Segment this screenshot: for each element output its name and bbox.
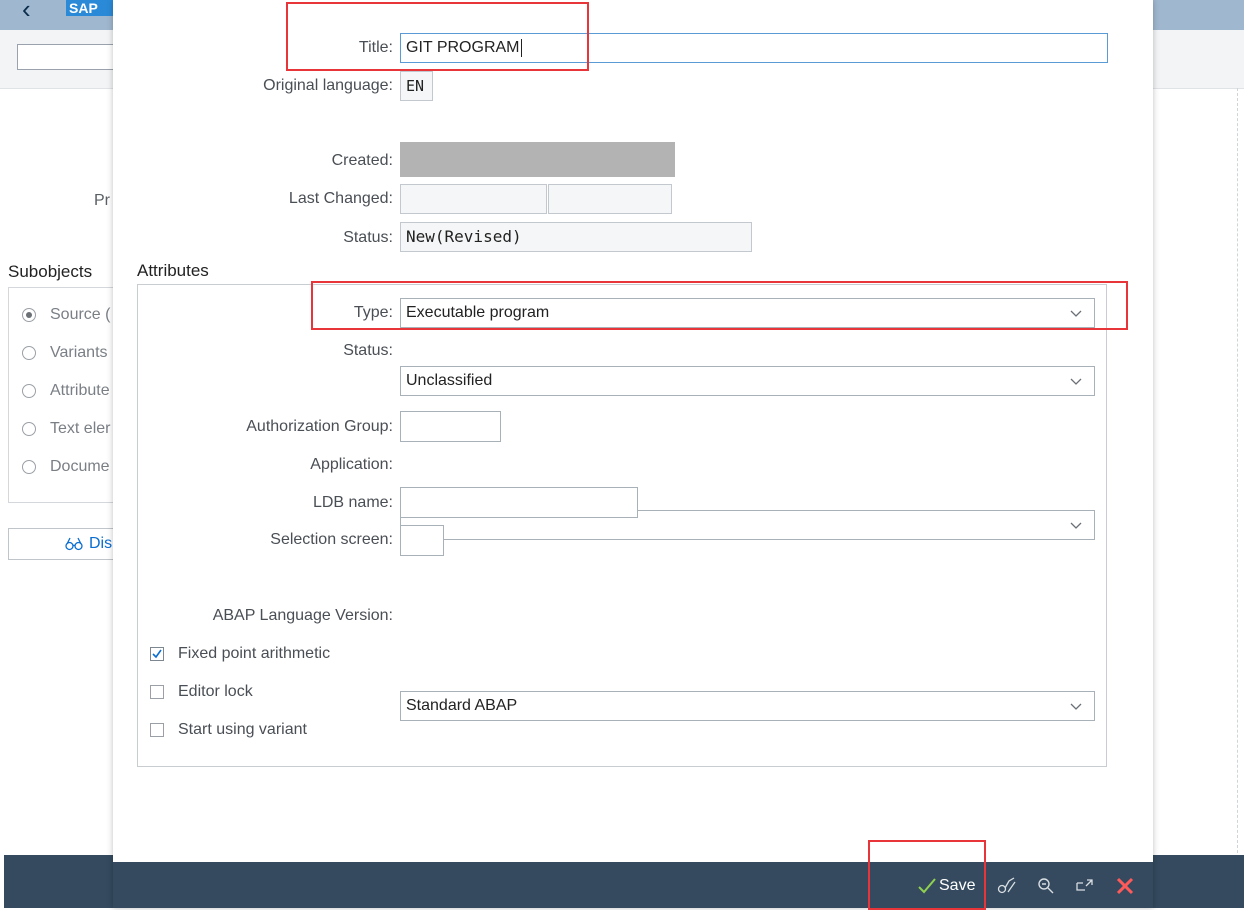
close-icon	[1116, 877, 1134, 895]
chevron-down-icon	[1070, 703, 1082, 710]
background-command-input[interactable]	[17, 44, 127, 70]
checkbox-label: Fixed point arithmetic	[178, 645, 331, 662]
authorization-group-label: Authorization Group:	[246, 418, 393, 435]
subobject-label: Docume	[50, 458, 110, 475]
expand-window-icon	[1076, 879, 1093, 891]
selection-screen-input[interactable]	[400, 525, 444, 556]
attr-status-select-value: Unclassified	[406, 372, 493, 389]
check-syntax-button[interactable]	[997, 872, 1017, 900]
subobject-radio-source[interactable]: Source (	[22, 304, 110, 326]
highlight-box-type	[311, 281, 1128, 330]
created-field	[400, 142, 675, 177]
cancel-button[interactable]	[1116, 872, 1134, 900]
authorization-group-input[interactable]	[400, 411, 501, 442]
original-language-field: EN	[400, 71, 433, 101]
subobject-label: Attribute	[50, 382, 110, 399]
program-attributes-dialog: Title: GIT PROGRAM Original language: EN…	[113, 0, 1153, 908]
checkbox-checked-icon	[150, 647, 164, 661]
editor-lock-checkbox[interactable]: Editor lock	[150, 681, 253, 703]
ldb-name-label: LDB name:	[312, 494, 393, 511]
display-button-label: Dis	[89, 535, 113, 552]
original-language-label: Original language:	[263, 77, 393, 94]
checkbox-label: Start using variant	[178, 721, 307, 738]
radio-selected-icon	[22, 308, 36, 322]
subobject-radio-variants[interactable]: Variants	[22, 342, 108, 364]
radio-icon	[22, 422, 36, 436]
glasses-icon	[65, 537, 83, 551]
chevron-down-icon	[1070, 522, 1082, 529]
selection-screen-label: Selection screen:	[270, 531, 393, 548]
highlight-box-title	[286, 2, 589, 71]
application-label: Application:	[310, 456, 393, 473]
subobject-label: Variants	[50, 344, 108, 361]
checkbox-icon	[150, 723, 164, 737]
radio-icon	[22, 384, 36, 398]
ldb-name-input[interactable]	[400, 487, 638, 518]
checkbox-icon	[150, 685, 164, 699]
subobjects-title: Subobjects	[8, 262, 93, 281]
background-divider	[1237, 88, 1238, 858]
attr-status-select[interactable]: Unclassified	[400, 366, 1095, 396]
subobject-radio-documentation[interactable]: Docume	[22, 456, 110, 478]
radio-icon	[22, 460, 36, 474]
checkbox-label: Editor lock	[178, 683, 253, 700]
subobject-radio-attributes[interactable]: Attribute	[22, 380, 110, 402]
display-button[interactable]: Dis	[8, 528, 128, 560]
abap-language-version-value: Standard ABAP	[406, 697, 518, 714]
created-label: Created:	[331, 152, 393, 169]
find-button[interactable]	[1037, 872, 1055, 900]
last-changed-label: Last Changed:	[288, 190, 393, 207]
last-changed-time-field	[548, 184, 672, 214]
subobject-label: Text eler	[50, 420, 111, 437]
search-icon	[1038, 878, 1054, 894]
chevron-down-icon	[1070, 378, 1082, 385]
radio-icon	[22, 346, 36, 360]
highlight-box-save	[868, 840, 986, 910]
attr-status-label: Status:	[343, 342, 393, 359]
subobject-label: Source (	[50, 306, 111, 323]
start-using-variant-checkbox[interactable]: Start using variant	[150, 719, 307, 741]
last-changed-date-field	[400, 184, 547, 214]
subobject-radio-text-elements[interactable]: Text eler	[22, 418, 110, 440]
status-field: New(Revised)	[400, 222, 752, 252]
full-screen-button[interactable]	[1075, 872, 1095, 900]
background-program-label: Pr	[94, 192, 110, 209]
back-chevron-icon[interactable]: ‹	[22, 0, 31, 25]
status-label: Status:	[343, 229, 393, 246]
fixed-point-arithmetic-checkbox[interactable]: Fixed point arithmetic	[150, 643, 330, 665]
attributes-title: Attributes	[137, 261, 209, 280]
spectacles-edit-icon	[997, 877, 1016, 894]
abap-language-version-select[interactable]: Standard ABAP	[400, 691, 1095, 721]
abap-language-version-label: ABAP Language Version:	[212, 607, 393, 624]
sap-logo: SAP	[66, 0, 116, 16]
